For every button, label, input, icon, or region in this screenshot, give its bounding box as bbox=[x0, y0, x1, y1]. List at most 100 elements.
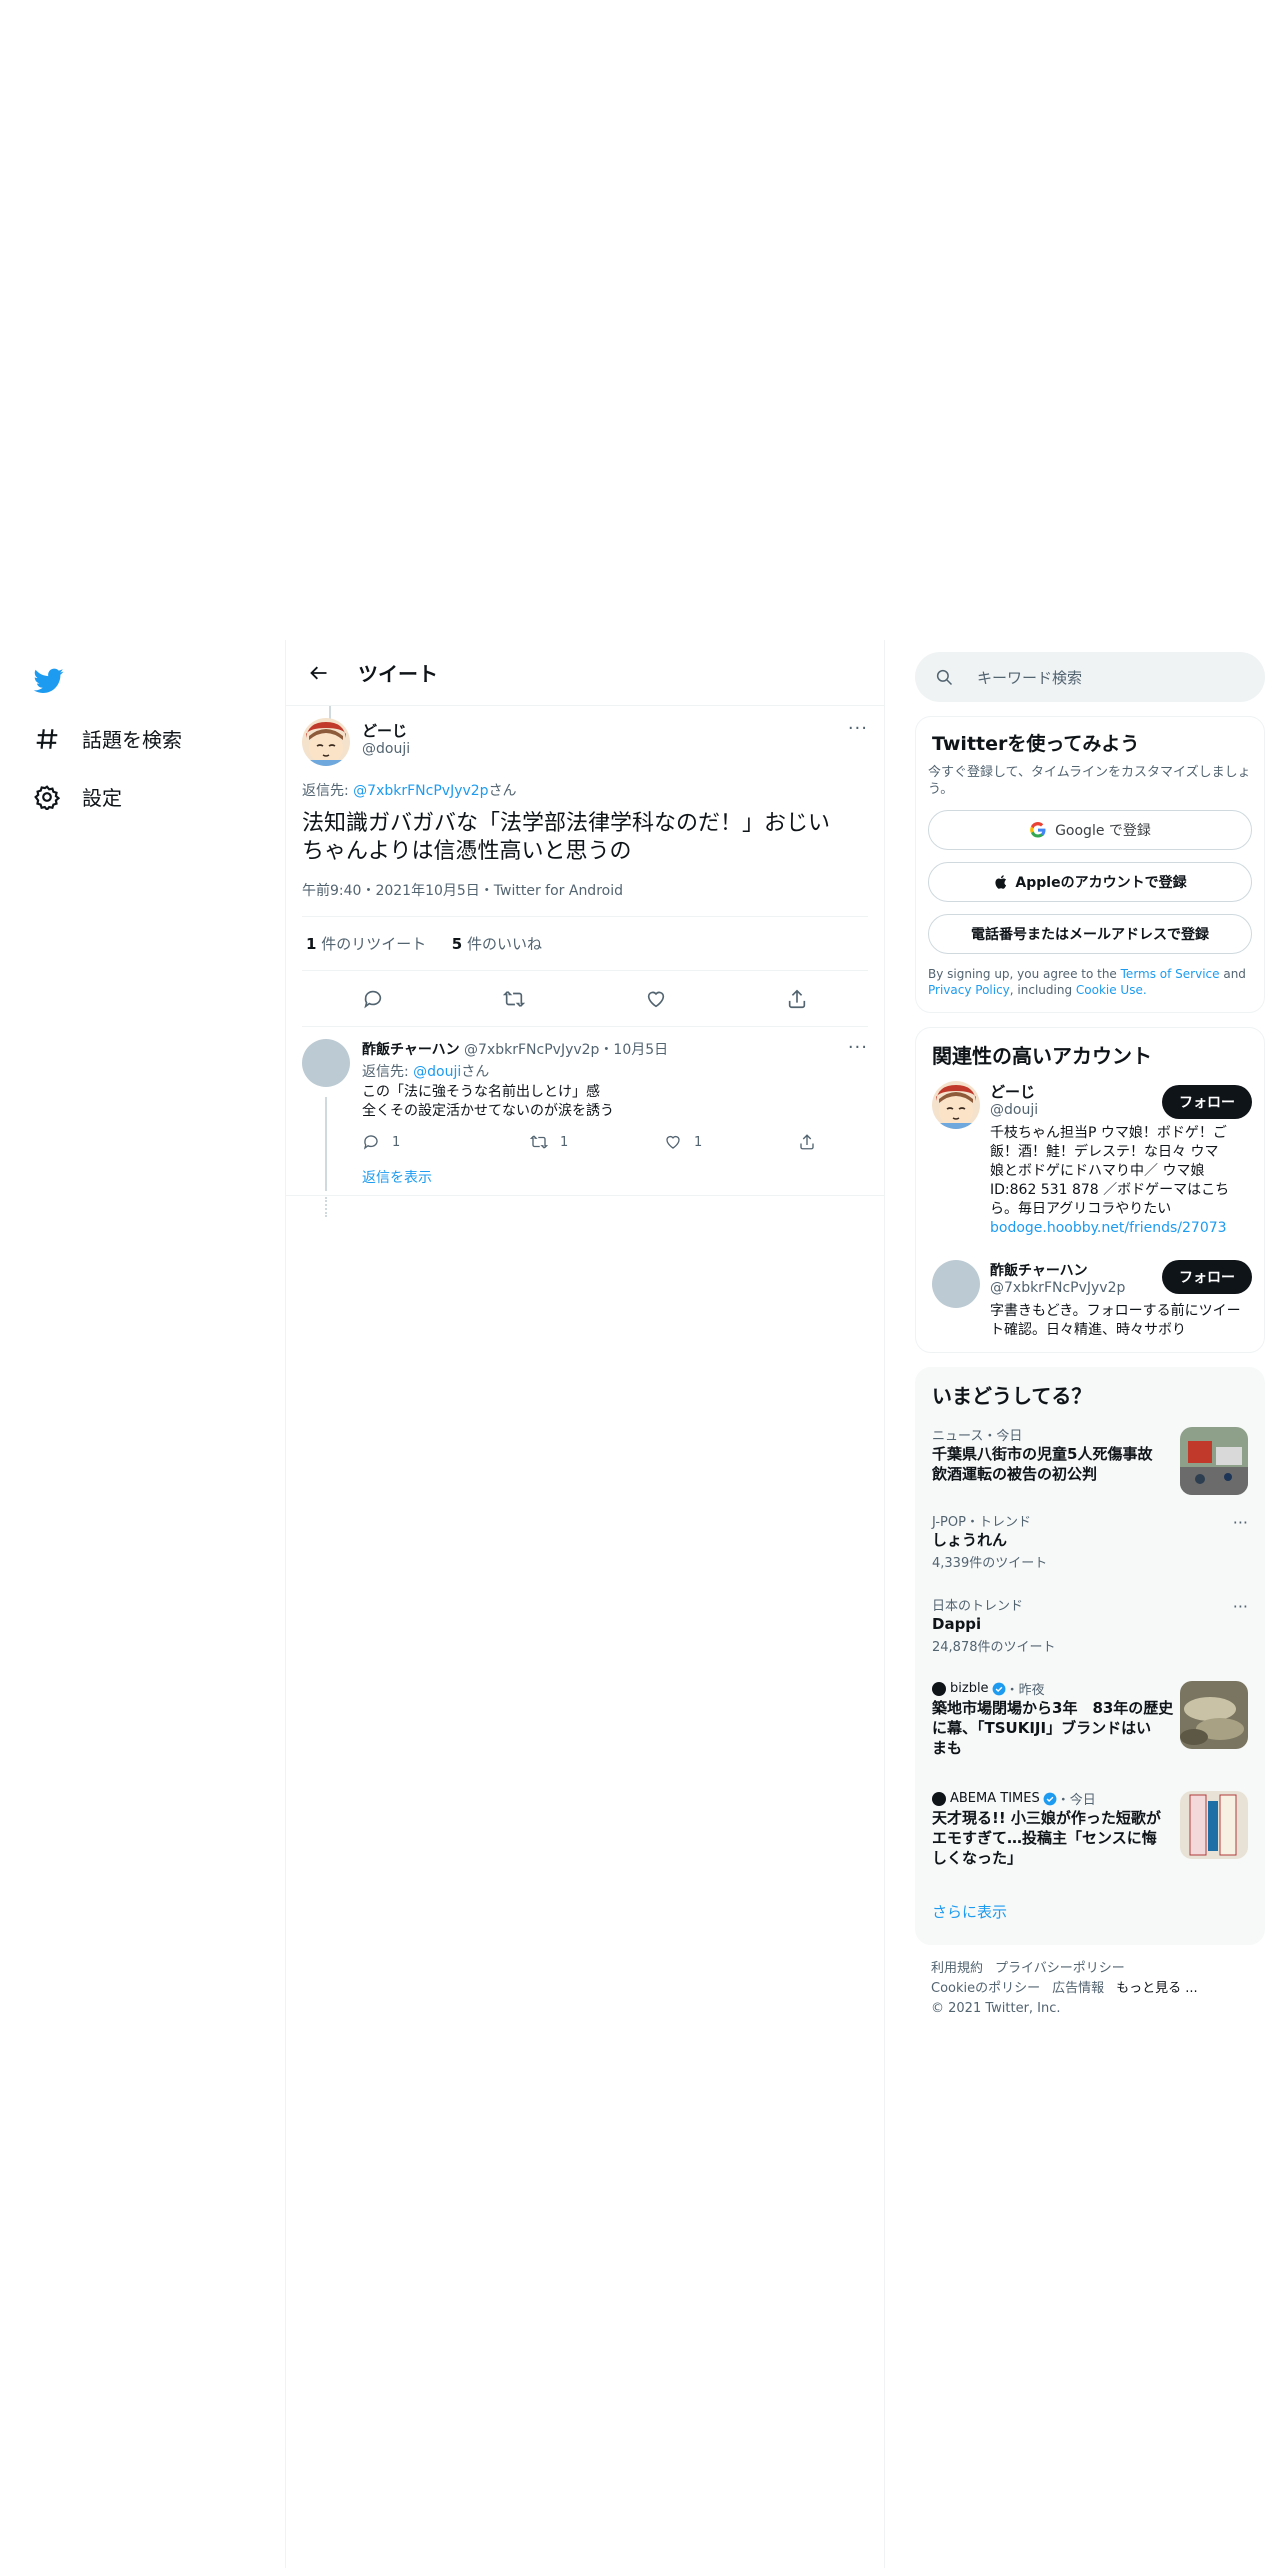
footer-more-link[interactable]: もっと見る ... bbox=[1116, 1981, 1198, 1996]
tweet-timestamp[interactable]: 午前9:40・2021年10月5日・Twitter for Android bbox=[302, 880, 868, 900]
signup-title: Twitterを使ってみよう bbox=[932, 733, 1140, 755]
more-icon[interactable]: ··· bbox=[1233, 1513, 1248, 1532]
reply-text-line: この「法に強そうな名前出しとけ」感 bbox=[362, 1084, 600, 1100]
reply-tweet[interactable]: 酢飯チャーハン @7xbkrFNcPvJyv2p・10月5日 ··· 返信先: … bbox=[286, 1027, 884, 1217]
terms-of-service-link[interactable]: Terms of Service bbox=[1121, 967, 1220, 981]
who-to-follow-title: 関連性の高いアカウント bbox=[932, 1044, 1152, 1068]
nav-settings[interactable]: 設定 bbox=[34, 782, 122, 811]
author-name[interactable]: どーじ bbox=[362, 720, 410, 741]
reply-actions: 1 1 1 bbox=[362, 1133, 868, 1151]
trend-time: ・今日 bbox=[1056, 1793, 1096, 1808]
trend-tweet-count: 24,878件のツイート bbox=[932, 1640, 1056, 1655]
trend-item[interactable]: J-POP・トレンド しょうれん 4,339件のツイート ··· bbox=[916, 1499, 1264, 1583]
search-placeholder: キーワード検索 bbox=[977, 668, 1083, 687]
left-nav: 話題を検索 設定 bbox=[0, 640, 285, 2568]
reply-author-handle[interactable]: @7xbkrFNcPvJyv2p・10月5日 bbox=[464, 1042, 668, 1058]
trend-thumbnail bbox=[1180, 1427, 1248, 1495]
google-icon bbox=[1030, 821, 1046, 838]
trend-meta: J-POP・トレンド bbox=[932, 1515, 1031, 1530]
account-bio-line: 千枝ちゃん担当P ウマ娘！ボドゲ！ご bbox=[990, 1125, 1227, 1141]
trend-tweet-count: 4,339件のツイート bbox=[932, 1556, 1048, 1571]
reply-context: 返信先: @7xbkrFNcPvJyv2pさん bbox=[302, 780, 868, 800]
verified-icon bbox=[1043, 1792, 1057, 1805]
like-count: 1 bbox=[694, 1134, 703, 1150]
follow-button[interactable]: フォロー bbox=[1162, 1260, 1252, 1294]
retweet-count[interactable]: 1 bbox=[306, 935, 316, 953]
like-label[interactable]: 件のいいね bbox=[467, 935, 542, 953]
trend-title: しょうれん bbox=[932, 1531, 1008, 1549]
search-icon bbox=[936, 669, 953, 686]
footer-privacy-link[interactable]: プライバシーポリシー bbox=[995, 1961, 1125, 1976]
footer-cookie-link[interactable]: Cookieのポリシー bbox=[931, 1981, 1040, 1996]
phone-email-signup-button[interactable]: 電話番号またはメールアドレスで登録 bbox=[928, 914, 1252, 954]
main-tweet: どーじ @douji ··· 返信先: @7xbkrFNcPvJyv2pさん 法… bbox=[286, 706, 884, 1027]
trend-item[interactable]: ニュース・今日 千葉県八街市の児童5人死傷事故 飲酒運転の被告の初公判 bbox=[916, 1413, 1264, 1499]
source-logo-icon bbox=[932, 1791, 946, 1806]
twitter-logo-icon[interactable] bbox=[34, 668, 64, 694]
follow-button[interactable]: フォロー bbox=[1162, 1085, 1252, 1119]
avatar[interactable] bbox=[932, 1260, 980, 1308]
avatar[interactable] bbox=[302, 718, 350, 766]
reply-text-line: 全くその設定活かせてないのが涙を誘う bbox=[362, 1103, 614, 1119]
google-signup-label: Google で登録 bbox=[1055, 823, 1151, 839]
google-signup-button[interactable]: Google で登録 bbox=[928, 810, 1252, 850]
signup-legal: By signing up, you agree to the Terms of… bbox=[916, 954, 1264, 998]
nav-explore-label: 話題を検索 bbox=[82, 728, 182, 752]
apple-signup-label: Appleのアカウントで登録 bbox=[1015, 875, 1187, 891]
account-bio: 字書きもどき。フォローする前にツイー ト確認。日々精進、時々サボり bbox=[990, 1302, 1252, 1340]
show-more-link[interactable]: さらに表示 bbox=[916, 1887, 1264, 1944]
thread-dots bbox=[325, 1197, 327, 1217]
sidebar: キーワード検索 Twitterを使ってみよう 今すぐ登録して、タイムラインをカス… bbox=[915, 640, 1265, 2033]
legal-text: By signing up, you agree to the bbox=[928, 967, 1121, 981]
back-button[interactable] bbox=[302, 656, 336, 690]
footer-terms-link[interactable]: 利用規約 bbox=[931, 1961, 983, 1976]
apple-signup-button[interactable]: Appleのアカウントで登録 bbox=[928, 862, 1252, 902]
avatar[interactable] bbox=[932, 1081, 980, 1129]
reply-to-link[interactable]: @douji bbox=[413, 1064, 461, 1080]
footer-ads-link[interactable]: 広告情報 bbox=[1052, 1981, 1104, 1996]
reply-reply-button[interactable]: 1 bbox=[362, 1133, 530, 1151]
reply-author-name[interactable]: 酢飯チャーハン bbox=[362, 1042, 460, 1058]
retweet-icon[interactable] bbox=[503, 988, 526, 1010]
trend-item[interactable]: ABEMA TIMES ・今日 天才現る!! 小三娘が作った短歌が エモすぎて…… bbox=[916, 1777, 1264, 1887]
tweet-text-line: 法知識ガバガバな「法学部法律学科なのだ！」おじい bbox=[302, 811, 831, 836]
avatar[interactable] bbox=[302, 1039, 350, 1087]
reply-suffix: さん bbox=[461, 1064, 490, 1080]
trend-thumbnail bbox=[1180, 1791, 1248, 1859]
trend-item[interactable]: bizble ・昨夜 築地市場閉場から3年 83年の歴史 に幕、「TSUKIJI… bbox=[916, 1667, 1264, 1777]
share-icon[interactable] bbox=[786, 988, 808, 1010]
tweet-actions bbox=[302, 971, 868, 1027]
like-count[interactable]: 5 bbox=[452, 935, 462, 953]
more-icon[interactable]: ··· bbox=[1233, 1597, 1248, 1616]
cookie-use-link[interactable]: Cookie Use. bbox=[1076, 983, 1147, 997]
source-logo-icon bbox=[932, 1681, 946, 1696]
author-handle[interactable]: @douji bbox=[362, 741, 410, 757]
nav-settings-label: 設定 bbox=[82, 786, 122, 810]
nav-explore[interactable]: 話題を検索 bbox=[34, 724, 182, 753]
footer-links: 利用規約 プライバシーポリシー Cookieのポリシー 広告情報 もっと見る ... … bbox=[915, 1945, 1265, 2033]
more-icon[interactable]: ··· bbox=[848, 1037, 868, 1058]
show-replies-link[interactable]: 返信を表示 bbox=[362, 1167, 868, 1187]
tweet-text: 法知識ガバガバな「法学部法律学科なのだ！」おじい ちゃんよりは信憑性高いと思うの bbox=[302, 810, 868, 866]
page-header: ツイート bbox=[286, 640, 884, 706]
search-input[interactable]: キーワード検索 bbox=[915, 652, 1265, 702]
account-row[interactable]: どーじ @douji 千枝ちゃん担当P ウマ娘！ボドゲ！ご 飯！酒！鮭！デレステ… bbox=[916, 1069, 1264, 1238]
heart-icon[interactable] bbox=[645, 988, 667, 1010]
gear-icon bbox=[34, 784, 60, 810]
who-to-follow-card: 関連性の高いアカウント どーじ @douji 千枝ちゃん担当P ウマ娘！ボドゲ！… bbox=[915, 1027, 1265, 1353]
account-bio-line: 娘とボドゲにドハマり中／ ウマ娘 bbox=[990, 1163, 1205, 1179]
trend-item[interactable]: 日本のトレンド Dappi 24,878件のツイート ··· bbox=[916, 1583, 1264, 1667]
account-row[interactable]: 酢飯チャーハン @7xbkrFNcPvJyv2p 字書きもどき。フォローする前に… bbox=[916, 1238, 1264, 1340]
reply-to-link[interactable]: @7xbkrFNcPvJyv2p bbox=[353, 783, 488, 799]
reply-like-button[interactable]: 1 bbox=[664, 1133, 798, 1151]
retweet-icon bbox=[530, 1135, 548, 1149]
footer-copyright: © 2021 Twitter, Inc. bbox=[931, 2001, 1061, 2016]
share-icon[interactable] bbox=[798, 1133, 816, 1151]
account-bio-link[interactable]: bodoge.hoobby.net/friends/27073 bbox=[990, 1219, 1252, 1238]
reply-icon[interactable] bbox=[362, 988, 384, 1010]
retweet-label[interactable]: 件のリツイート bbox=[321, 935, 426, 953]
reply-retweet-button[interactable]: 1 bbox=[530, 1133, 664, 1151]
privacy-policy-link[interactable]: Privacy Policy bbox=[928, 983, 1010, 997]
main-column: ツイート どーじ @douji ··· 返信先: @7xbkrFNcPvJyv2… bbox=[285, 640, 885, 2568]
more-icon[interactable]: ··· bbox=[848, 718, 868, 739]
